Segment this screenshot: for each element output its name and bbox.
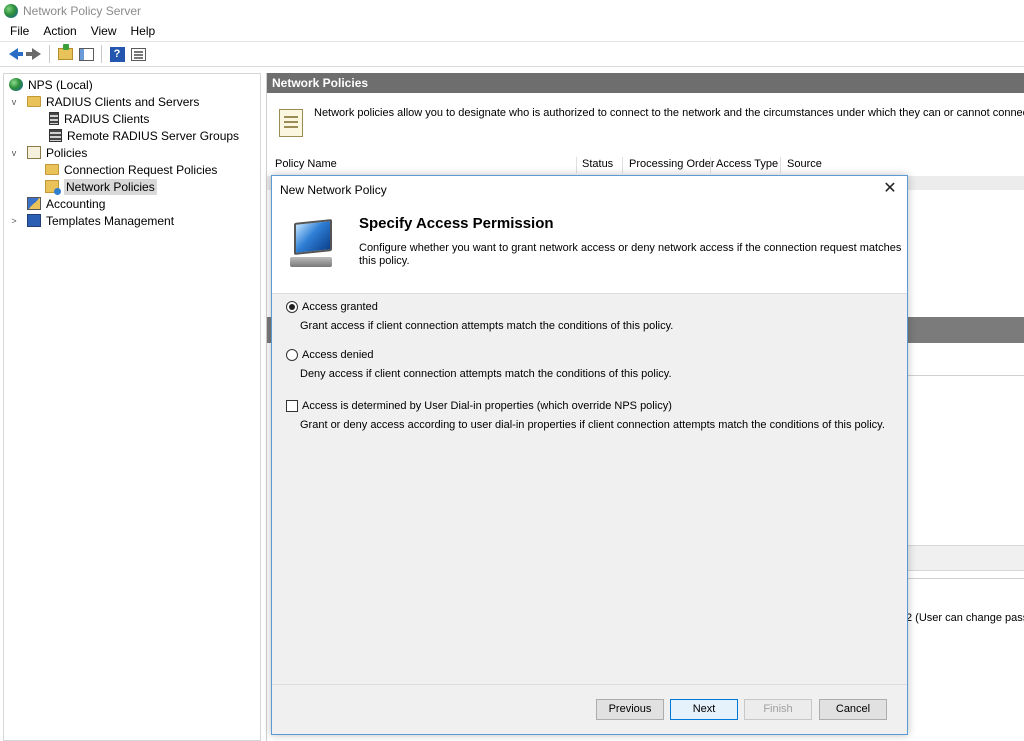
folder-icon bbox=[45, 164, 59, 175]
access-granted-radio[interactable]: Access granted bbox=[286, 301, 378, 313]
forward-button[interactable] bbox=[25, 45, 43, 63]
back-button[interactable] bbox=[4, 45, 23, 63]
column-status[interactable]: Status bbox=[582, 158, 613, 170]
chevron-down-icon[interactable]: v bbox=[9, 97, 19, 107]
divider bbox=[907, 578, 1024, 579]
column-separator bbox=[576, 157, 577, 173]
properties-button[interactable] bbox=[129, 45, 147, 63]
section-header bbox=[907, 545, 1024, 571]
chevron-right-icon[interactable]: > bbox=[9, 216, 19, 226]
globe-icon bbox=[9, 78, 23, 91]
column-separator bbox=[780, 157, 781, 173]
partial-setting-text: 2 (User can change passw bbox=[906, 612, 1024, 624]
tree-item-remote-radius-server-groups[interactable]: Remote RADIUS Server Groups bbox=[49, 127, 239, 144]
toolbar-separator bbox=[101, 45, 102, 63]
show-hide-tree-button[interactable] bbox=[77, 45, 95, 63]
policies-icon bbox=[27, 146, 41, 159]
tree-item-policies[interactable]: v Policies bbox=[9, 144, 88, 161]
radio-indicator[interactable] bbox=[286, 301, 298, 313]
chevron-down-icon[interactable]: v bbox=[9, 148, 19, 158]
menu-action[interactable]: Action bbox=[36, 24, 83, 38]
details-header: Network Policies bbox=[267, 73, 1024, 93]
menu-help[interactable]: Help bbox=[124, 24, 163, 38]
help-icon: ? bbox=[109, 46, 125, 62]
up-folder-icon bbox=[57, 44, 73, 60]
tree-item-label: Templates Management bbox=[46, 213, 175, 228]
computer-monitor-icon bbox=[288, 219, 334, 269]
network-policies-icon bbox=[45, 180, 61, 195]
tree-item-templates-management[interactable]: > Templates Management bbox=[9, 212, 174, 229]
dialin-properties-description: Grant or deny access according to user d… bbox=[300, 419, 885, 431]
toolbar-separator bbox=[49, 45, 50, 63]
dialog-subheading: Configure whether you want to grant netw… bbox=[359, 242, 902, 267]
tree-item-label: Network Policies bbox=[64, 178, 157, 195]
back-icon bbox=[8, 48, 23, 60]
finish-button: Finish bbox=[744, 699, 812, 720]
column-processing-order[interactable]: Processing Order bbox=[629, 158, 715, 170]
column-access-type[interactable]: Access Type bbox=[716, 158, 778, 170]
dialog-heading: Specify Access Permission bbox=[359, 215, 554, 232]
footer-divider bbox=[272, 684, 907, 685]
section-header bbox=[907, 317, 1024, 343]
window-title: Network Policy Server bbox=[23, 3, 142, 18]
tree-item-label: Connection Request Policies bbox=[64, 162, 218, 177]
column-policy-name[interactable]: Policy Name bbox=[275, 158, 337, 170]
dialog-titlebar: New Network Policy ✕ bbox=[272, 176, 907, 203]
column-source[interactable]: Source bbox=[787, 158, 822, 170]
document-icon bbox=[279, 109, 303, 137]
toolbar: ? bbox=[0, 41, 1024, 67]
column-separator bbox=[710, 157, 711, 173]
dialog-banner: Specify Access Permission Configure whet… bbox=[272, 203, 907, 294]
close-icon[interactable]: ✕ bbox=[881, 180, 899, 198]
cancel-button[interactable]: Cancel bbox=[819, 699, 887, 720]
details-description: Network policies allow you to designate … bbox=[314, 107, 1024, 119]
accounting-icon bbox=[27, 197, 41, 210]
column-separator bbox=[622, 157, 623, 173]
console-tree: NPS (Local) v RADIUS Clients and Servers… bbox=[3, 73, 261, 741]
menu-file[interactable]: File bbox=[3, 24, 36, 38]
access-denied-description: Deny access if client connection attempt… bbox=[300, 368, 672, 380]
nps-globe-icon bbox=[4, 3, 18, 18]
tree-item-nps-local[interactable]: NPS (Local) bbox=[9, 76, 93, 93]
tree-item-connection-request-policies[interactable]: Connection Request Policies bbox=[45, 161, 217, 178]
policy-list-header: Policy Name Status Processing Order Acce… bbox=[267, 155, 1024, 175]
radio-indicator[interactable] bbox=[286, 349, 298, 361]
server-icon bbox=[49, 112, 59, 125]
properties-icon bbox=[130, 47, 146, 61]
menu-view[interactable]: View bbox=[84, 24, 124, 38]
access-granted-label[interactable]: Access granted bbox=[302, 301, 378, 313]
show-hide-tree-icon bbox=[78, 47, 94, 61]
checkbox-indicator[interactable] bbox=[286, 400, 298, 412]
tree-item-label: RADIUS Clients and Servers bbox=[46, 94, 200, 109]
dialin-properties-checkbox[interactable]: Access is determined by User Dial-in pro… bbox=[286, 400, 672, 412]
access-denied-label[interactable]: Access denied bbox=[302, 349, 374, 361]
folder-icon bbox=[27, 96, 41, 107]
tree-item-label: Accounting bbox=[46, 196, 106, 211]
tree-item-label: NPS (Local) bbox=[28, 77, 93, 92]
dialog-title: New Network Policy bbox=[280, 182, 387, 197]
tree-item-label: RADIUS Clients bbox=[64, 111, 150, 126]
access-denied-radio[interactable]: Access denied bbox=[286, 349, 374, 361]
menu-bar: File Action View Help bbox=[0, 21, 1024, 41]
tree-item-label: Policies bbox=[46, 145, 88, 160]
tree-item-accounting[interactable]: Accounting bbox=[27, 195, 105, 212]
tree-item-radius-clients[interactable]: RADIUS Clients bbox=[49, 110, 149, 127]
up-folder-button[interactable] bbox=[56, 44, 74, 63]
new-network-policy-dialog: New Network Policy ✕ Specify Access Perm… bbox=[271, 175, 908, 735]
forward-icon bbox=[25, 48, 41, 60]
dialin-properties-label[interactable]: Access is determined by User Dial-in pro… bbox=[302, 400, 672, 412]
server-group-icon bbox=[49, 129, 62, 142]
help-button[interactable]: ? bbox=[108, 45, 126, 63]
next-button[interactable]: Next bbox=[670, 699, 738, 720]
tree-item-label: Remote RADIUS Server Groups bbox=[67, 128, 240, 143]
templates-icon bbox=[27, 214, 41, 227]
tree-item-radius-clients-and-servers[interactable]: v RADIUS Clients and Servers bbox=[9, 93, 200, 110]
tree-item-network-policies[interactable]: Network Policies bbox=[45, 178, 157, 195]
window-titlebar: Network Policy Server bbox=[0, 0, 1024, 21]
previous-button[interactable]: Previous bbox=[596, 699, 664, 720]
access-granted-description: Grant access if client connection attemp… bbox=[300, 320, 674, 332]
divider bbox=[907, 375, 1024, 376]
